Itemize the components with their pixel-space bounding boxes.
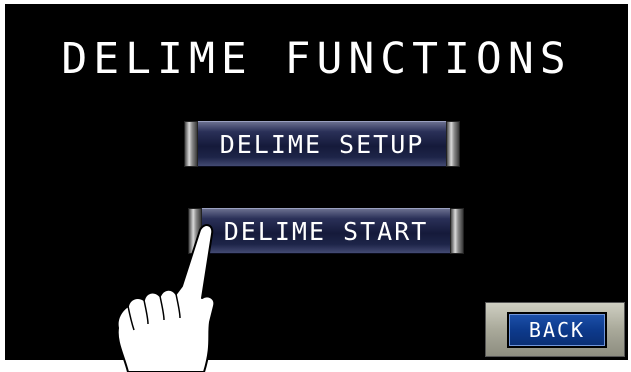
back-button[interactable]: BACK xyxy=(485,302,625,357)
hmi-screen: DELIME FUNCTIONS DELIME SETUP DELIME STA… xyxy=(5,4,628,360)
delime-setup-label: DELIME SETUP xyxy=(198,121,446,167)
delime-start-button[interactable]: DELIME START xyxy=(188,208,464,254)
back-button-label: BACK xyxy=(509,314,605,346)
back-button-frame: BACK xyxy=(507,312,607,348)
delime-start-label: DELIME START xyxy=(202,208,450,254)
button-left-cap xyxy=(184,121,198,167)
page-title: DELIME FUNCTIONS xyxy=(61,34,572,84)
button-left-cap xyxy=(188,208,202,254)
button-right-cap xyxy=(446,121,460,167)
delime-setup-button[interactable]: DELIME SETUP xyxy=(184,121,460,167)
button-right-cap xyxy=(450,208,464,254)
